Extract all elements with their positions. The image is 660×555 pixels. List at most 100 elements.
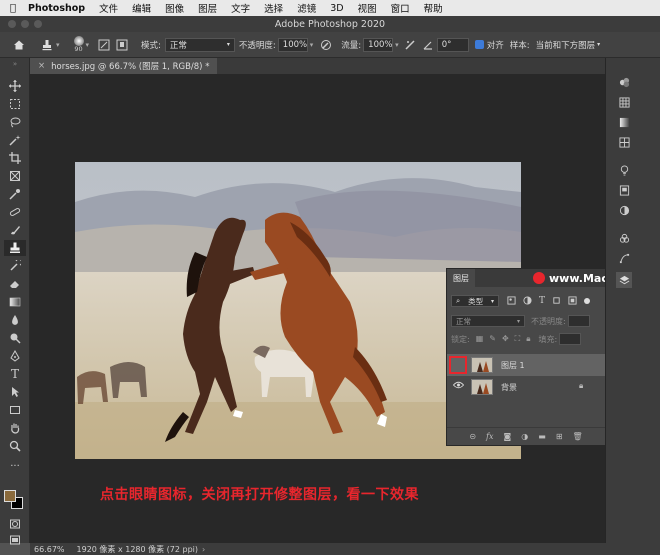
flow-chevron-icon[interactable]: ▾	[395, 41, 399, 49]
opacity-chevron-icon[interactable]: ▾	[310, 41, 314, 49]
gradient-tool-icon[interactable]	[4, 294, 26, 310]
menu-view[interactable]: 视图	[358, 1, 377, 15]
menu-type[interactable]: 文字	[231, 1, 250, 15]
menu-edit[interactable]: 编辑	[132, 1, 151, 15]
path-selection-tool-icon[interactable]	[4, 384, 26, 400]
menu-help[interactable]: 帮助	[424, 1, 443, 15]
visibility-toggle-hidden-icon[interactable]	[449, 356, 467, 374]
new-group-icon[interactable]: ▬	[538, 432, 546, 441]
menu-filter[interactable]: 滤镜	[297, 1, 316, 15]
channels-panel-icon[interactable]	[616, 230, 632, 246]
lock-all-icon[interactable]: 🔒︎	[526, 334, 530, 344]
zoom-window-button[interactable]	[34, 20, 42, 28]
lock-artboard-icon[interactable]: ⛶	[515, 334, 521, 344]
libraries-panel-icon[interactable]	[616, 182, 632, 198]
swatches-panel-icon[interactable]	[616, 94, 632, 110]
close-tab-icon[interactable]: ×	[38, 61, 45, 71]
foreground-color-swatch[interactable]	[4, 490, 16, 502]
angle-icon[interactable]	[421, 38, 435, 52]
smart-object-filter-icon[interactable]	[568, 295, 577, 307]
eraser-tool-icon[interactable]	[4, 276, 26, 292]
adjustment-filter-icon[interactable]	[523, 295, 532, 307]
stamp-tool-preset-icon[interactable]	[40, 38, 54, 52]
brush-size-picker[interactable]: 90	[73, 36, 84, 53]
patterns-panel-icon[interactable]	[616, 134, 632, 150]
delete-layer-icon[interactable]: 🗑︎	[573, 432, 583, 441]
status-menu-icon[interactable]: ›	[202, 545, 205, 554]
layer-opacity-input[interactable]	[567, 315, 590, 327]
add-mask-icon[interactable]: ◙	[504, 432, 512, 441]
brush-chevron-icon[interactable]: ▾	[86, 41, 90, 49]
clone-source-icon[interactable]	[115, 38, 129, 52]
marquee-tool-icon[interactable]	[4, 96, 26, 112]
document-tab[interactable]: × horses.jpg @ 66.7% (图层 1, RGB/8) *	[30, 58, 218, 74]
fill-input[interactable]	[559, 333, 582, 345]
preset-chevron-icon[interactable]: ▾	[56, 41, 60, 49]
clone-stamp-tool-icon[interactable]	[4, 240, 26, 256]
healing-brush-tool-icon[interactable]	[4, 204, 26, 220]
frame-tool-icon[interactable]	[4, 168, 26, 184]
eyedropper-tool-icon[interactable]	[4, 186, 26, 202]
menu-image[interactable]: 图像	[165, 1, 184, 15]
home-icon[interactable]	[12, 38, 26, 52]
history-brush-tool-icon[interactable]	[4, 258, 26, 274]
adjustments-panel-icon[interactable]	[616, 202, 632, 218]
brush-settings-icon[interactable]	[97, 38, 111, 52]
pressure-opacity-icon[interactable]	[319, 38, 333, 52]
filter-toggle-icon[interactable]	[584, 298, 591, 304]
tab-layers[interactable]: 图层	[447, 269, 475, 287]
blur-tool-icon[interactable]	[4, 312, 26, 328]
layer-style-icon[interactable]: fx	[486, 432, 493, 441]
airbrush-icon[interactable]	[403, 38, 417, 52]
apple-icon[interactable]: 	[10, 3, 16, 14]
move-tool-icon[interactable]	[4, 78, 26, 94]
color-panel-icon[interactable]	[616, 74, 632, 90]
type-filter-icon[interactable]: T	[539, 296, 545, 306]
brush-tool-icon[interactable]	[4, 222, 26, 238]
kind-filter-select[interactable]: ⌕ 类型 ▾	[451, 295, 499, 307]
angle-input[interactable]: 0°	[436, 37, 469, 52]
menu-file[interactable]: 文件	[99, 1, 118, 15]
lock-pixels-icon[interactable]: ✎	[489, 334, 496, 344]
dodge-tool-icon[interactable]	[4, 330, 26, 346]
eye-icon[interactable]	[452, 381, 465, 391]
menu-app-name[interactable]: Photoshop	[28, 3, 85, 14]
type-tool-icon[interactable]: T	[4, 366, 26, 382]
layers-panel-toggle-icon[interactable]	[616, 272, 632, 288]
adjustment-layer-icon[interactable]: ◑	[521, 432, 528, 441]
zoom-tool-icon[interactable]	[4, 438, 26, 454]
paths-panel-icon[interactable]	[616, 250, 632, 266]
pen-tool-icon[interactable]	[4, 348, 26, 364]
learn-panel-icon[interactable]	[616, 162, 632, 178]
layer-row-layer1[interactable]: 图层 1	[447, 354, 605, 376]
crop-tool-icon[interactable]	[4, 150, 26, 166]
new-layer-icon[interactable]: ⊞	[556, 432, 563, 441]
blend-mode-select[interactable]: 正常 ▾	[451, 315, 525, 327]
layer-row-background[interactable]: 背景 🔒︎	[447, 376, 605, 398]
quick-mask-icon[interactable]	[4, 516, 26, 532]
sample-select[interactable]: 当前和下方图层 ▾	[536, 39, 601, 51]
link-layers-icon[interactable]: ⊝	[469, 432, 476, 441]
opacity-input[interactable]: 100%	[277, 37, 308, 52]
shape-filter-icon[interactable]	[552, 296, 561, 307]
magic-wand-tool-icon[interactable]	[4, 132, 26, 148]
lock-position-icon[interactable]: ✥	[502, 334, 509, 344]
gradients-panel-icon[interactable]	[616, 114, 632, 130]
menu-window[interactable]: 窗口	[391, 1, 410, 15]
zoom-level[interactable]: 66.67%	[34, 545, 65, 554]
lasso-tool-icon[interactable]	[4, 114, 26, 130]
rectangle-tool-icon[interactable]	[4, 402, 26, 418]
close-window-button[interactable]	[8, 20, 16, 28]
screen-mode-icon[interactable]	[4, 532, 26, 548]
mode-select[interactable]: 正常 ▾	[164, 37, 235, 52]
flow-input[interactable]: 100%	[363, 37, 394, 52]
align-checkbox[interactable]: 对齐	[474, 39, 504, 51]
menu-select[interactable]: 选择	[264, 1, 283, 15]
minimize-window-button[interactable]	[21, 20, 29, 28]
menu-layer[interactable]: 图层	[198, 1, 217, 15]
collapse-toolbar-icon[interactable]: »	[4, 60, 26, 68]
menu-3d[interactable]: 3D	[330, 3, 343, 14]
more-tools-icon[interactable]: ···	[4, 458, 26, 474]
lock-transparent-icon[interactable]: ▦	[476, 334, 484, 344]
hand-tool-icon[interactable]	[4, 420, 26, 436]
